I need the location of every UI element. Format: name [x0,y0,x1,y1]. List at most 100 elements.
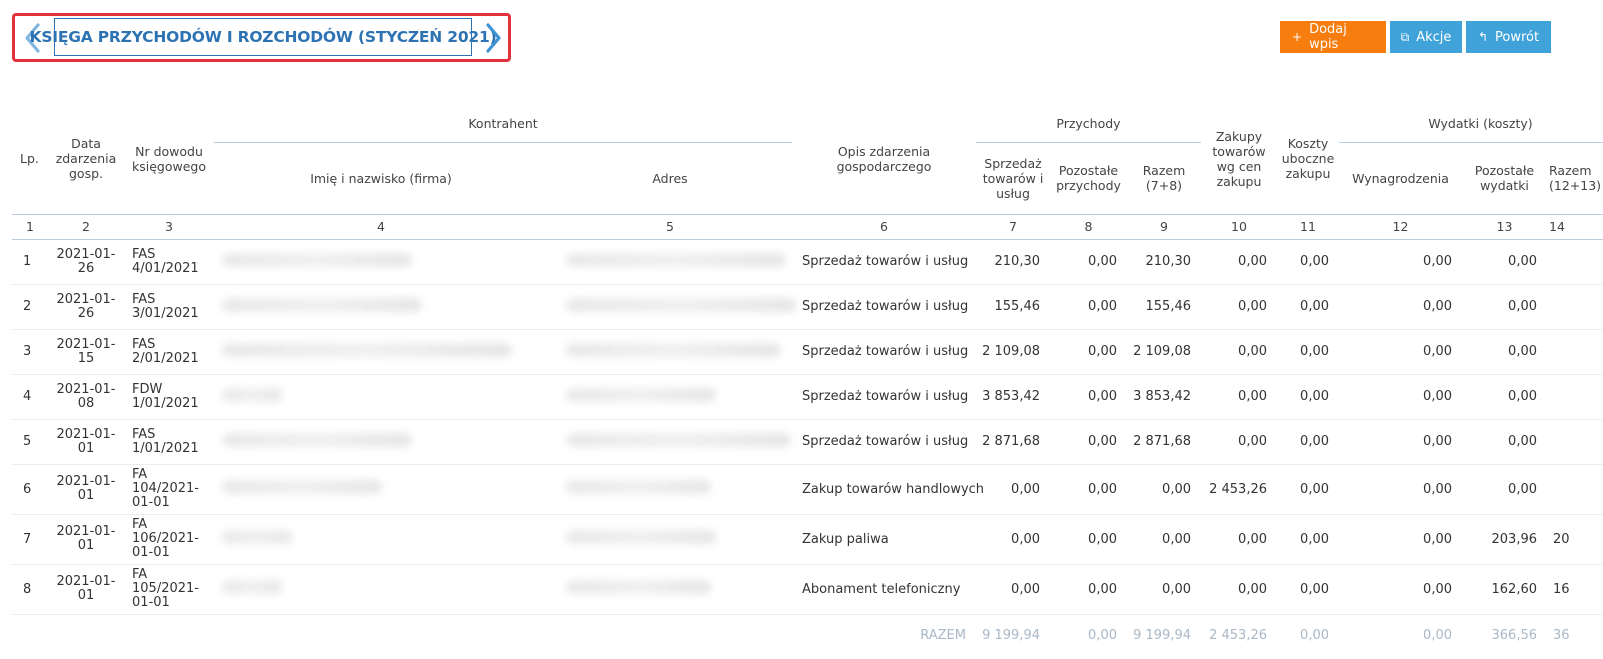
cell-c9: 0,00 [1127,514,1201,565]
toolbar: + Dodaj wpis ⧉ Akcje ↰ Powrót [1280,21,1551,53]
cell-c12: 0,00 [1339,284,1462,330]
cell-lp: 2 [12,284,48,330]
cell-c8: 0,00 [1050,374,1127,420]
cell-c14 [1547,374,1603,420]
cell-c10: 0,00 [1201,329,1277,375]
cell-date: 2021-01-15 [48,329,124,375]
redacted-address [566,580,711,594]
cell-name-redacted [214,374,548,420]
redacted-name [222,432,412,447]
cell-lp: 6 [12,464,48,515]
cell-c9: 2 109,08 [1127,329,1201,375]
cell-c11: 0,00 [1277,329,1339,375]
header-salaries: Wynagrodzenia [1352,170,1449,186]
page-title: KSIĘGA PRZYCHODÓW I ROZCHODÓW (STYCZEŃ 2… [30,18,497,56]
cell-c14 [1547,239,1603,285]
cell-lp: 5 [12,419,48,465]
cell-name-redacted [214,514,548,565]
cell-doc: FAS 1/01/2021 [124,419,214,465]
cell-desc: Sprzedaż towarów i usług [792,419,976,465]
total-c7: 9 199,94 [982,628,1040,643]
redacted-address [566,297,796,312]
col-num-2: 2 [48,213,124,240]
cell-desc: Sprzedaż towarów i usług [792,374,976,420]
cell-address-redacted [548,564,792,615]
header-address: Adres [652,170,688,186]
header-purchases: Zakupy towarów wg cen zakupu [1212,128,1266,189]
cell-name-redacted [214,419,548,465]
cell-c7: 2 871,68 [976,419,1050,465]
cell-c10: 0,00 [1201,239,1277,285]
header-side-costs: Koszty uboczne zakupu [1281,136,1335,182]
cell-c13: 0,00 [1462,464,1547,515]
header-total-income: Razem (7+8) [1142,163,1186,193]
header-lp: Lp. [20,151,39,167]
cell-doc: FA 106/2021-01-01 [124,514,214,565]
back-button[interactable]: ↰ Powrót [1466,21,1551,53]
table-row[interactable]: 3 2021-01-15 FAS 2/01/2021 Sprzedaż towarów… [12,329,1603,375]
cell-address-redacted [548,329,792,375]
header-total-expenses: Razem (12+13) [1549,163,1602,193]
table-row[interactable]: 5 2021-01-01 FAS 1/01/2021 Sprzedaż towarów… [12,419,1603,465]
cell-address-redacted [548,514,792,565]
cell-c13: 0,00 [1462,239,1547,285]
cell-doc: FAS 3/01/2021 [124,284,214,330]
cell-date: 2021-01-08 [48,374,124,420]
actions-button[interactable]: ⧉ Akcje [1390,21,1462,53]
cell-desc: Abonament telefoniczny [792,564,976,615]
cell-c8: 0,00 [1050,464,1127,515]
cell-c9: 3 853,42 [1127,374,1201,420]
cell-doc: FAS 2/01/2021 [124,329,214,375]
redacted-name [222,387,282,402]
cell-c8: 0,00 [1050,284,1127,330]
table-row[interactable]: 8 2021-01-01 FA 105/2021-01-01 Abonament te… [12,564,1603,615]
cell-c8: 0,00 [1050,419,1127,465]
cell-address-redacted [548,374,792,420]
table-row[interactable]: 1 2021-01-26 FAS 4/01/2021 Sprzedaż towarów… [12,239,1603,285]
redacted-name [222,580,282,594]
ledger-table-container[interactable]: Lp. Data zdarzenia gosp. Nr dowodu księg… [12,104,1603,659]
redacted-name [222,342,512,357]
header-date: Data zdarzenia gosp. [55,136,117,182]
cell-c13: 203,96 [1462,514,1547,565]
col-num-1: 1 [12,213,48,240]
table-row[interactable]: 2 2021-01-26 FAS 3/01/2021 Sprzedaż towarów… [12,284,1603,330]
ledger-rows: 1 2021-01-26 FAS 4/01/2021 Sprzedaż towarów… [12,239,1603,615]
total-c12: 0,00 [1423,628,1452,643]
cell-doc: FA 105/2021-01-01 [124,564,214,615]
redacted-address [566,480,711,494]
cell-date: 2021-01-26 [48,239,124,285]
col-num-4: 4 [214,213,548,240]
table-row[interactable]: 7 2021-01-01 FA 106/2021-01-01 Zakup paliwa… [12,514,1603,565]
table-row[interactable]: 6 2021-01-01 FA 104/2021-01-01 Zakup towaró… [12,464,1603,515]
header-income: Przychody [976,104,1201,143]
add-entry-button[interactable]: + Dodaj wpis [1280,21,1386,53]
back-label: Powrót [1495,29,1540,45]
total-c8: 0,00 [1088,628,1117,643]
cell-c14 [1547,419,1603,465]
cell-doc: FA 104/2021-01-01 [124,464,214,515]
cell-name-redacted [214,464,548,515]
totals-label: RAZEM [920,628,966,643]
redacted-address [566,432,791,447]
total-c9: 9 199,94 [1133,628,1191,643]
cell-lp: 8 [12,564,48,615]
redacted-address [566,387,716,402]
cell-name-redacted [214,329,548,375]
plus-icon: + [1292,30,1303,44]
column-number-row: 1 2 3 4 5 6 7 8 9 10 11 12 13 14 [12,213,1603,240]
cell-c13: 0,00 [1462,419,1547,465]
cell-address-redacted [548,284,796,330]
table-row[interactable]: 4 2021-01-08 FDW 1/01/2021 Sprzedaż towarów… [12,374,1603,420]
cell-address-redacted [548,464,792,515]
cell-c10: 0,00 [1201,284,1277,330]
redacted-name [222,252,412,267]
cell-c12: 0,00 [1339,564,1462,615]
cell-c9: 210,30 [1127,239,1201,285]
header-contractor: Kontrahent [214,104,792,143]
cell-c12: 0,00 [1339,514,1462,565]
cell-address-redacted [548,239,792,285]
cell-lp: 3 [12,329,48,375]
redacted-name [222,530,292,544]
next-month-button[interactable] [482,21,504,55]
